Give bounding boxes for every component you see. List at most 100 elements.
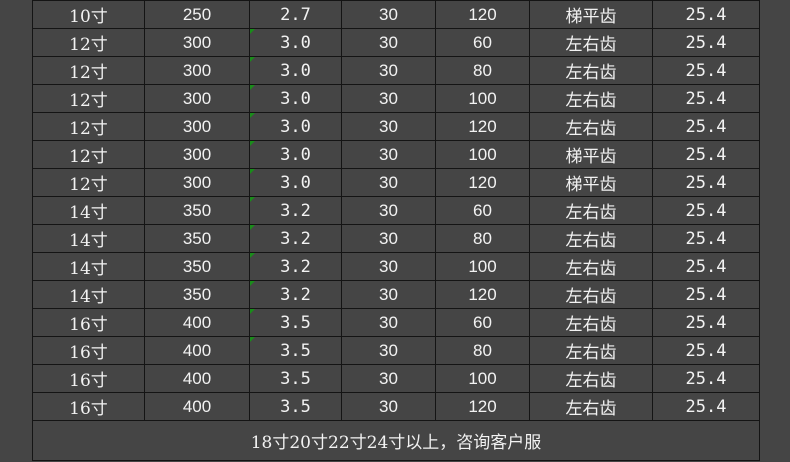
thickness-cell: 3.5 [249, 336, 342, 365]
size-cell: 10寸 [32, 0, 145, 29]
cell-text: 30 [379, 144, 398, 164]
table-row: 10寸 250 2.7 30 120 梯平齿 25.4 [32, 0, 760, 29]
teeth-cell: 80 [435, 56, 530, 85]
bore-cell: 30 [341, 112, 436, 141]
teeth-cell: 120 [435, 0, 530, 29]
last-value-cell: 25.4 [652, 0, 760, 29]
tooth-type-cell: 左右齿 [529, 56, 653, 85]
cell-text: 25.4 [685, 284, 727, 305]
cell-text: 3.5 [280, 396, 311, 417]
outer-diameter-cell: 350 [144, 280, 250, 309]
teeth-cell: 100 [435, 252, 530, 281]
last-value-cell: 25.4 [652, 308, 760, 337]
last-value-cell: 25.4 [652, 112, 760, 141]
cell-text: 左右齿 [565, 63, 617, 83]
table-row: 16寸 400 3.5 30 80 左右齿 25.4 [32, 336, 760, 365]
cell-text: 梯平齿 [565, 175, 617, 195]
last-value-cell: 25.4 [652, 28, 760, 57]
last-value-cell: 25.4 [652, 84, 760, 113]
last-value-cell: 25.4 [652, 280, 760, 309]
cell-text: 30 [379, 368, 398, 388]
cell-text: 25.4 [685, 396, 727, 417]
cell-text: 25.4 [685, 32, 727, 53]
cell-text: 左右齿 [565, 259, 617, 279]
teeth-cell: 120 [435, 392, 530, 421]
cell-text: 400 [182, 312, 212, 332]
cell-text: 12寸 [69, 91, 108, 111]
tooth-type-cell: 左右齿 [529, 336, 653, 365]
outer-diameter-cell: 400 [144, 336, 250, 365]
cell-text: 3.5 [280, 312, 311, 333]
tooth-type-cell: 左右齿 [529, 252, 653, 281]
cell-text: 3.2 [280, 228, 311, 249]
size-cell: 16寸 [32, 392, 145, 421]
tooth-type-cell: 左右齿 [529, 224, 653, 253]
size-cell: 12寸 [32, 84, 145, 113]
cell-text: 25.4 [685, 312, 727, 333]
cell-text: 10寸 [69, 7, 108, 27]
teeth-cell: 100 [435, 140, 530, 169]
cell-text: 25.4 [685, 228, 727, 249]
table-row: 12寸 300 3.0 30 80 左右齿 25.4 [32, 56, 760, 85]
cell-text: 左右齿 [565, 287, 617, 307]
cell-text: 左右齿 [565, 371, 617, 391]
cell-text: 左右齿 [565, 399, 617, 419]
table-row: 14寸 350 3.2 30 80 左右齿 25.4 [32, 224, 760, 253]
cell-text: 60 [473, 312, 492, 332]
teeth-cell: 120 [435, 112, 530, 141]
cell-text: 300 [182, 32, 212, 52]
cell-text: 14寸 [69, 203, 108, 223]
tooth-type-cell: 左右齿 [529, 364, 653, 393]
outer-diameter-cell: 350 [144, 196, 250, 225]
outer-diameter-cell: 300 [144, 56, 250, 85]
table-row: 14寸 350 3.2 30 60 左右齿 25.4 [32, 196, 760, 225]
cell-text: 12寸 [69, 35, 108, 55]
teeth-cell: 120 [435, 280, 530, 309]
cell-text: 30 [379, 172, 398, 192]
size-cell: 12寸 [32, 56, 145, 85]
last-value-cell: 25.4 [652, 56, 760, 85]
bore-cell: 30 [341, 56, 436, 85]
cell-text: 120 [468, 4, 497, 24]
outer-diameter-cell: 250 [144, 0, 250, 29]
cell-text: 30 [379, 228, 398, 248]
tooth-type-cell: 左右齿 [529, 196, 653, 225]
size-cell: 16寸 [32, 364, 145, 393]
bore-cell: 30 [341, 308, 436, 337]
cell-text: 400 [182, 340, 212, 360]
cell-text: 左右齿 [565, 343, 617, 363]
cell-comment-marker [250, 141, 255, 146]
outer-diameter-cell: 400 [144, 308, 250, 337]
cell-text: 300 [182, 172, 212, 192]
thickness-cell: 3.0 [249, 140, 342, 169]
cell-text: 梯平齿 [565, 147, 617, 167]
size-cell: 14寸 [32, 224, 145, 253]
cell-comment-marker [250, 85, 255, 90]
tooth-type-cell: 梯平齿 [529, 0, 653, 29]
cell-comment-marker [250, 113, 255, 118]
cell-text: 左右齿 [565, 35, 617, 55]
cell-text: 30 [379, 284, 398, 304]
table-row: 12寸 300 3.0 30 100 梯平齿 25.4 [32, 140, 760, 169]
cell-text: 80 [473, 60, 492, 80]
size-cell: 12寸 [32, 140, 145, 169]
thickness-cell: 3.0 [249, 168, 342, 197]
outer-diameter-cell: 350 [144, 224, 250, 253]
cell-text: 350 [182, 228, 212, 248]
thickness-cell: 3.0 [249, 112, 342, 141]
cell-text: 左右齿 [565, 203, 617, 223]
thickness-cell: 2.7 [249, 0, 342, 29]
cell-text: 14寸 [69, 259, 108, 279]
cell-text: 30 [379, 116, 398, 136]
teeth-cell: 80 [435, 336, 530, 365]
cell-text: 25.4 [685, 88, 727, 109]
cell-text: 100 [468, 256, 497, 276]
size-cell: 12寸 [32, 112, 145, 141]
bore-cell: 30 [341, 196, 436, 225]
last-value-cell: 25.4 [652, 252, 760, 281]
outer-diameter-cell: 300 [144, 140, 250, 169]
cell-text: 12寸 [69, 63, 108, 83]
cell-text: 3.5 [280, 368, 311, 389]
bore-cell: 30 [341, 28, 436, 57]
table-row: 12寸 300 3.0 30 60 左右齿 25.4 [32, 28, 760, 57]
